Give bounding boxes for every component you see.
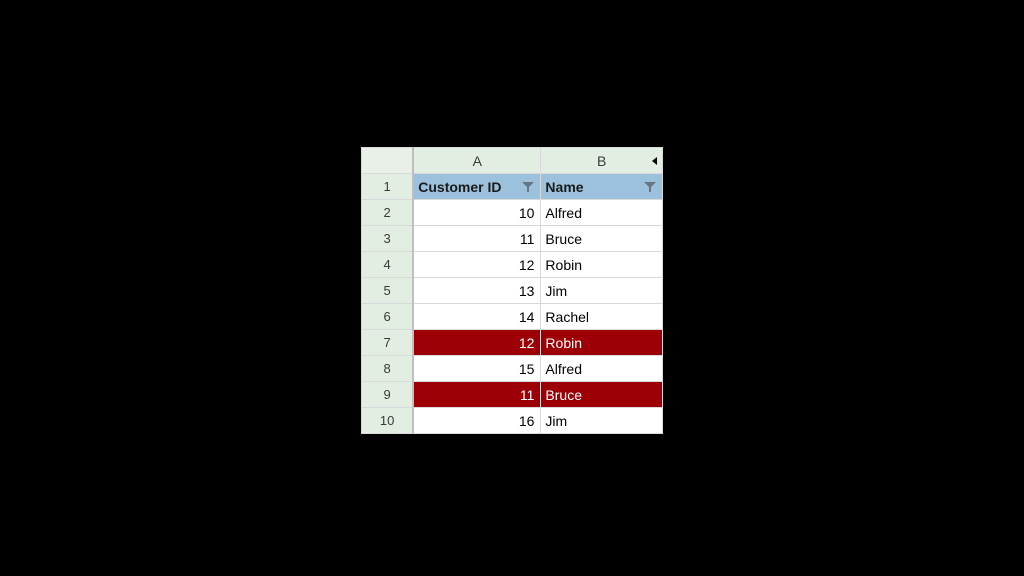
cell-name[interactable]: Jim (541, 408, 663, 434)
table-row-duplicate: 9 11 Bruce (362, 382, 663, 408)
cell-name[interactable]: Rachel (541, 304, 663, 330)
header-cell-customer-id[interactable]: Customer ID (413, 174, 541, 200)
row-header[interactable]: 8 (362, 356, 414, 382)
table-header-row: 1 Customer ID Name (362, 174, 663, 200)
column-header-a[interactable]: A (413, 148, 541, 174)
row-header[interactable]: 3 (362, 226, 414, 252)
row-header[interactable]: 5 (362, 278, 414, 304)
filter-icon[interactable] (522, 182, 534, 192)
grid: A B 1 Customer ID Name (361, 147, 663, 434)
column-header-row: A B (362, 148, 663, 174)
table-row: 6 14 Rachel (362, 304, 663, 330)
table-row: 5 13 Jim (362, 278, 663, 304)
row-header[interactable]: 7 (362, 330, 414, 356)
cell-name[interactable]: Alfred (541, 356, 663, 382)
table-row: 3 11 Bruce (362, 226, 663, 252)
row-header-1[interactable]: 1 (362, 174, 414, 200)
cell-customer-id[interactable]: 10 (413, 200, 541, 226)
cell-customer-id[interactable]: 12 (413, 252, 541, 278)
cell-customer-id[interactable]: 15 (413, 356, 541, 382)
header-label: Customer ID (418, 179, 501, 195)
cell-name[interactable]: Jim (541, 278, 663, 304)
cell-customer-id[interactable]: 14 (413, 304, 541, 330)
header-label: Name (545, 179, 583, 195)
cell-name[interactable]: Robin (541, 330, 663, 356)
header-cell-name[interactable]: Name (541, 174, 663, 200)
table-row: 8 15 Alfred (362, 356, 663, 382)
row-header[interactable]: 4 (362, 252, 414, 278)
cell-customer-id[interactable]: 12 (413, 330, 541, 356)
select-all-corner[interactable] (362, 148, 414, 174)
cell-customer-id[interactable]: 11 (413, 226, 541, 252)
filter-icon[interactable] (644, 182, 656, 192)
cell-name[interactable]: Alfred (541, 200, 663, 226)
cell-customer-id[interactable]: 11 (413, 382, 541, 408)
row-header[interactable]: 10 (362, 408, 414, 434)
row-header[interactable]: 6 (362, 304, 414, 330)
cell-name[interactable]: Bruce (541, 226, 663, 252)
table-row-duplicate: 7 12 Robin (362, 330, 663, 356)
row-header[interactable]: 2 (362, 200, 414, 226)
table-row: 2 10 Alfred (362, 200, 663, 226)
cell-customer-id[interactable]: 16 (413, 408, 541, 434)
column-header-a-label: A (473, 153, 482, 169)
table-row: 10 16 Jim (362, 408, 663, 434)
cell-name[interactable]: Bruce (541, 382, 663, 408)
row-header[interactable]: 9 (362, 382, 414, 408)
cell-customer-id[interactable]: 13 (413, 278, 541, 304)
column-header-b[interactable]: B (541, 148, 663, 174)
column-header-b-label: B (597, 153, 606, 169)
cell-name[interactable]: Robin (541, 252, 663, 278)
collapse-left-icon[interactable] (650, 148, 660, 173)
spreadsheet-view[interactable]: A B 1 Customer ID Name (361, 147, 663, 434)
table-row: 4 12 Robin (362, 252, 663, 278)
